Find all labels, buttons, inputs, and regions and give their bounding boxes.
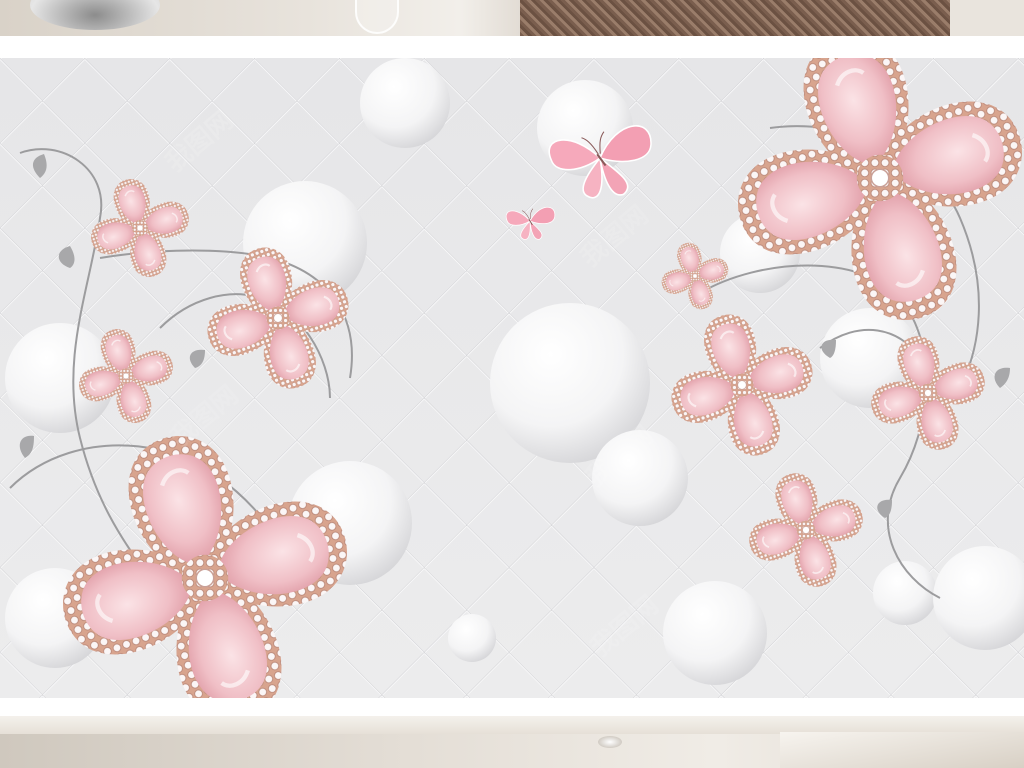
wall-corner [950,0,1024,36]
top-room-photo-strip [0,0,1024,36]
jewel-flower-mural: 我图网 我图网 我图网 我图网 我图网 [0,58,1024,698]
wine-glass [355,0,399,34]
ceiling-spotlight [598,736,622,748]
serving-dish [30,0,160,30]
bottom-room-photo-strip [0,716,1024,768]
ceiling-cove [780,732,1024,768]
carpet-texture [520,0,950,36]
